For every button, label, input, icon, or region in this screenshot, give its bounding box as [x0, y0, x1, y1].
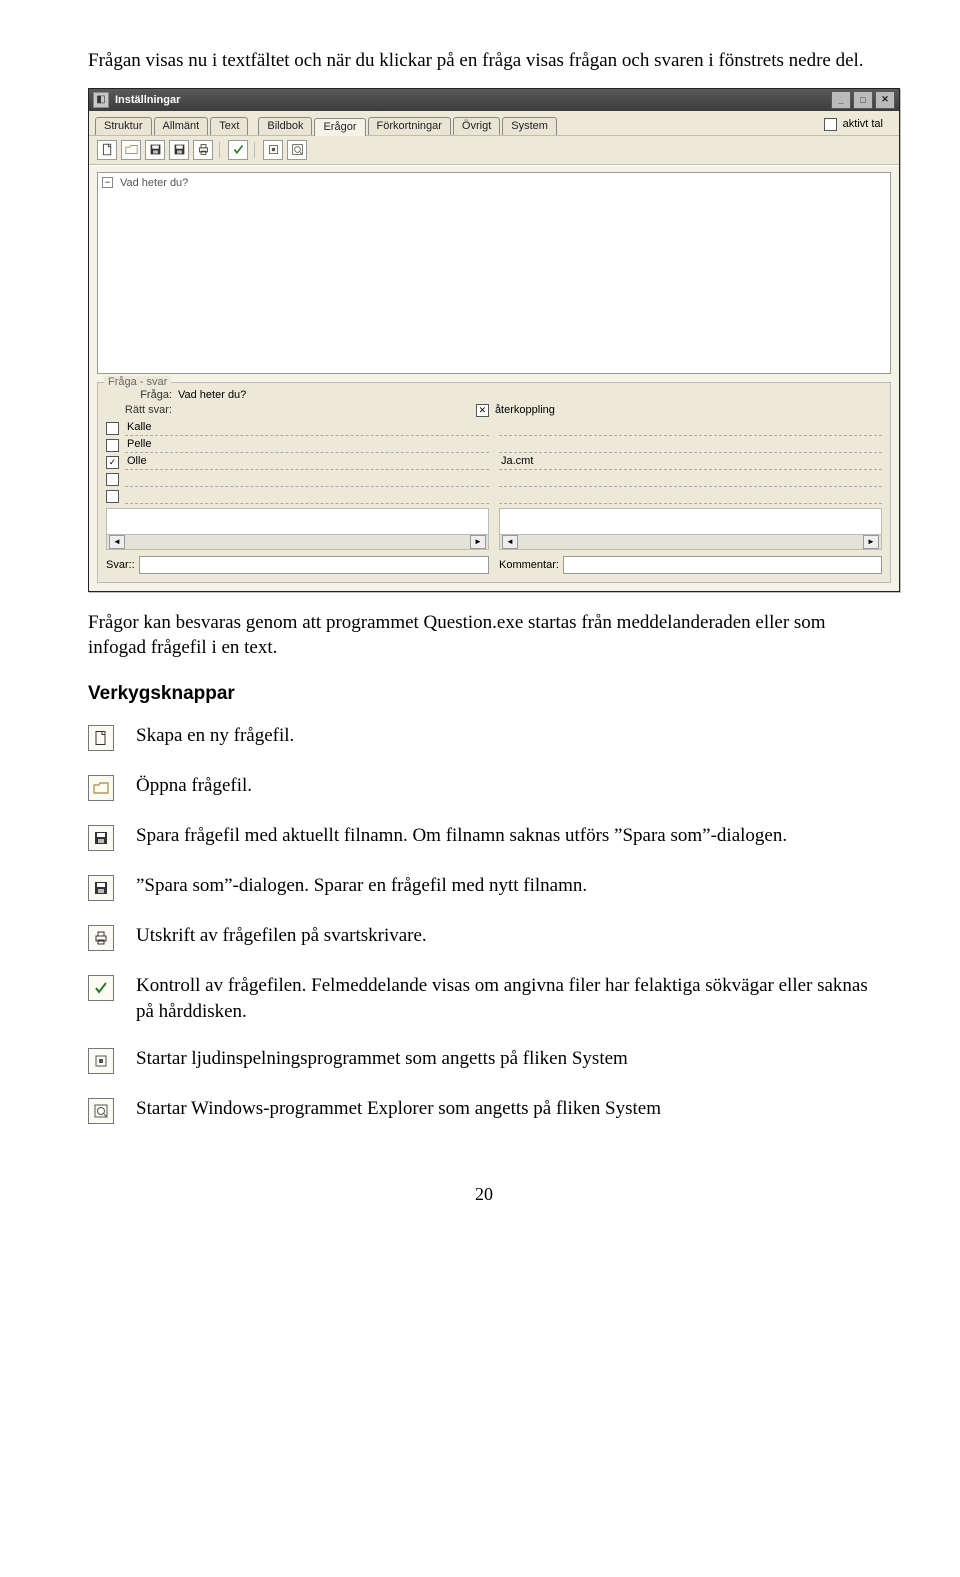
window-title: Inställningar	[115, 94, 831, 106]
svar-label: Svar::	[106, 559, 135, 571]
new-file-icon	[88, 725, 114, 751]
section-heading: Verkygsknappar	[88, 683, 880, 705]
feedback-1[interactable]	[499, 438, 882, 453]
tree-item-label[interactable]: Vad heter du?	[120, 177, 188, 189]
ratt-svar-label: Rätt svar:	[106, 404, 172, 416]
save-as-desc: ”Spara som”-dialogen. Sparar en frågefil…	[136, 873, 587, 899]
tab-struktur[interactable]: Struktur	[95, 117, 152, 135]
tb-check-icon[interactable]	[228, 140, 248, 160]
tb-record-icon[interactable]	[263, 140, 283, 160]
feedback-0[interactable]	[499, 421, 882, 436]
scroll-left-icon-2[interactable]: ◄	[502, 535, 518, 549]
answer-1[interactable]: Pelle	[125, 438, 489, 453]
settings-window: ◧ Inställningar _ □ ✕ Struktur Allmänt T…	[88, 88, 900, 592]
print-icon	[88, 925, 114, 951]
tb-explorer-icon[interactable]	[287, 140, 307, 160]
minimize-button[interactable]: _	[831, 91, 851, 109]
question-tree[interactable]: − Vad heter du?	[97, 172, 891, 374]
titlebar: ◧ Inställningar _ □ ✕	[89, 89, 899, 111]
app-icon: ◧	[93, 92, 109, 108]
record-icon	[88, 1048, 114, 1074]
explorer-desc: Startar Windows-programmet Explorer som …	[136, 1096, 661, 1122]
explorer-icon	[88, 1098, 114, 1124]
kommentar-label: Kommentar:	[499, 559, 559, 571]
tb-saveas-icon[interactable]	[169, 140, 189, 160]
aktivt-tal-checkbox[interactable]	[824, 118, 837, 131]
answer-0[interactable]: Kalle	[125, 421, 489, 436]
tb-save-icon[interactable]	[145, 140, 165, 160]
tab-forkortningar[interactable]: Förkortningar	[368, 117, 451, 135]
tab-bildbok[interactable]: Bildbok	[258, 117, 312, 135]
save-icon	[88, 825, 114, 851]
tab-text[interactable]: Text	[210, 117, 248, 135]
tb-print-icon[interactable]	[193, 140, 213, 160]
record-desc: Startar ljudinspelningsprogrammet som an…	[136, 1046, 628, 1072]
fraga-value: Vad heter du?	[178, 389, 246, 401]
open-file-desc: Öppna frågefil.	[136, 773, 252, 799]
print-desc: Utskrift av frågefilen på svartskrivare.	[136, 923, 427, 949]
svar-input[interactable]	[139, 556, 489, 574]
page-number: 20	[88, 1184, 880, 1205]
maximize-button[interactable]: □	[853, 91, 873, 109]
answer-4[interactable]	[125, 489, 489, 504]
tab-strip: Struktur Allmänt Text Bildbok Erågor För…	[89, 111, 899, 135]
answer-check-0[interactable]	[106, 422, 119, 435]
aterkoppling-checkbox[interactable]: ✕	[476, 404, 489, 417]
tab-system[interactable]: System	[502, 117, 557, 135]
answer-3[interactable]	[125, 472, 489, 487]
answer-check-1[interactable]	[106, 439, 119, 452]
scroll-right-icon[interactable]: ►	[470, 535, 486, 549]
answers-scroll[interactable]: ◄►	[106, 508, 489, 550]
fraga-label: Fråga:	[106, 389, 172, 401]
check-icon	[88, 975, 114, 1001]
intro-paragraph-2: Frågor kan besvaras genom att programmet…	[88, 610, 880, 661]
kommentar-input[interactable]	[563, 556, 882, 574]
intro-paragraph-1: Frågan visas nu i textfältet och när du …	[88, 48, 880, 74]
answer-2[interactable]: Olle	[125, 455, 489, 470]
feedback-2[interactable]: Ja.cmt	[499, 455, 882, 470]
tree-collapse-icon[interactable]: −	[102, 177, 113, 188]
fraga-svar-panel: Fråga - svar Fråga: Vad heter du? Rätt s…	[97, 382, 891, 583]
scroll-left-icon[interactable]: ◄	[109, 535, 125, 549]
tb-new-icon[interactable]	[97, 140, 117, 160]
feedback-scroll[interactable]: ◄►	[499, 508, 882, 550]
aterkoppling-label: återkoppling	[495, 404, 555, 416]
toolbar	[89, 135, 899, 165]
answer-check-3[interactable]	[106, 473, 119, 486]
answer-check-4[interactable]	[106, 490, 119, 503]
new-file-desc: Skapa en ny frågefil.	[136, 723, 294, 749]
tab-allmant[interactable]: Allmänt	[154, 117, 209, 135]
answer-check-2[interactable]: ✓	[106, 456, 119, 469]
open-file-icon	[88, 775, 114, 801]
tab-fragor[interactable]: Erågor	[314, 118, 365, 136]
save-as-icon	[88, 875, 114, 901]
aktivt-tal-label: aktivt tal	[843, 118, 883, 130]
panel-legend: Fråga - svar	[104, 376, 171, 388]
tab-ovrigt[interactable]: Övrigt	[453, 117, 500, 135]
check-desc: Kontroll av frågefilen. Felmeddelande vi…	[136, 973, 880, 1024]
tb-open-icon[interactable]	[121, 140, 141, 160]
save-desc: Spara frågefil med aktuellt filnamn. Om …	[136, 823, 787, 849]
scroll-right-icon-2[interactable]: ►	[863, 535, 879, 549]
feedback-3[interactable]	[499, 472, 882, 487]
close-button[interactable]: ✕	[875, 91, 895, 109]
feedback-4[interactable]	[499, 489, 882, 504]
